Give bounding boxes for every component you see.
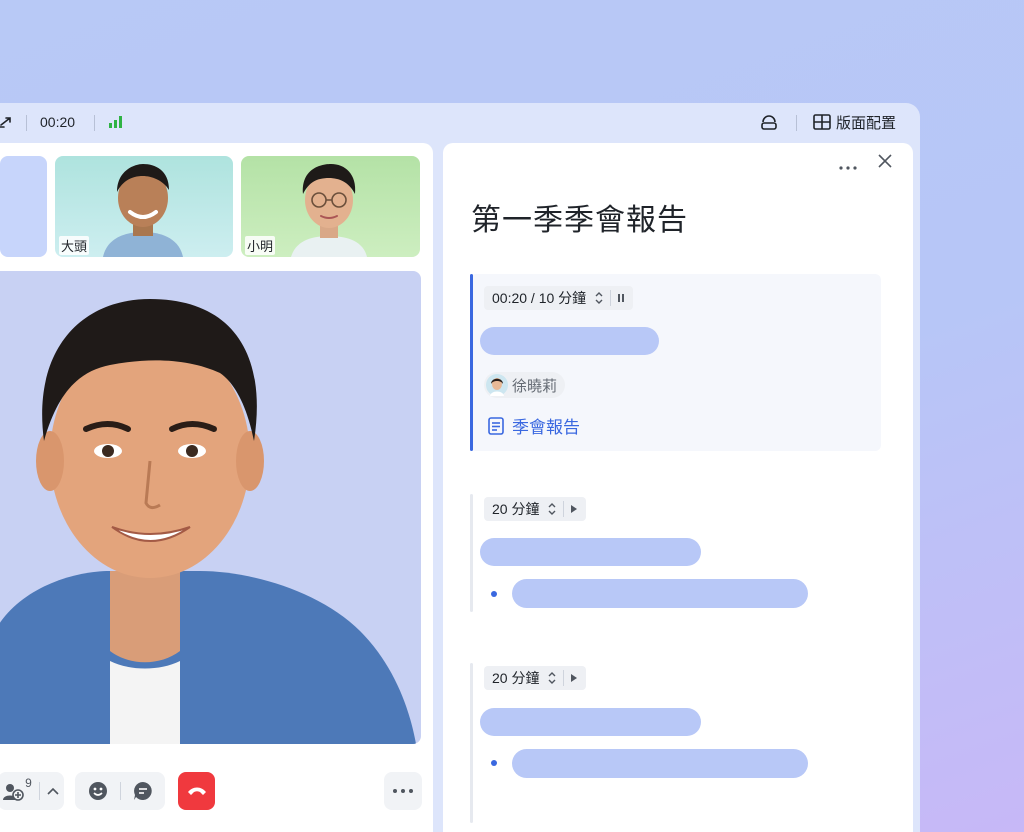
top-bar: 00:20 版面配置 (0, 103, 920, 141)
divider (119, 782, 121, 800)
participant-name: 小明 (245, 236, 276, 255)
meeting-timer: 00:20 (40, 114, 76, 130)
agenda-timer[interactable]: 20 分鐘 (484, 666, 587, 690)
divider (563, 670, 565, 686)
share-icon[interactable] (0, 103, 12, 141)
reaction-chat-group (75, 772, 165, 810)
layout-label: 版面配置 (836, 114, 897, 132)
more-options-button[interactable] (384, 772, 422, 810)
chat-icon[interactable] (133, 781, 153, 801)
agenda-note-placeholder (512, 579, 808, 608)
add-participant-icon (3, 780, 25, 802)
agenda-item[interactable]: 20 分鐘 (470, 494, 881, 612)
agenda-time-label: 20 分鐘 (492, 670, 540, 686)
meeting-window: 00:20 版面配置 大頭 小明 9 第一季季會報告 00:20 / 10 分鐘… (0, 103, 920, 832)
agenda-title-placeholder (480, 327, 659, 355)
document-link-label: 季會報告 (512, 418, 580, 437)
emoji-icon[interactable] (88, 781, 108, 801)
divider (796, 115, 797, 131)
agenda-item[interactable]: 00:20 / 10 分鐘 徐曉莉 季會報告 (470, 274, 881, 451)
agenda-note-placeholder (512, 749, 808, 778)
participant-count: 9 (25, 776, 32, 790)
agenda-title-placeholder (480, 708, 701, 736)
document-icon (488, 416, 504, 435)
speaker-portrait (0, 299, 416, 744)
document-link[interactable]: 季會報告 (488, 413, 580, 438)
play-icon[interactable] (570, 673, 578, 683)
play-icon[interactable] (570, 504, 578, 514)
stepper-icon[interactable] (594, 291, 604, 305)
panel-title: 第一季季會報告 (471, 204, 688, 237)
main-speaker-video[interactable] (0, 271, 421, 744)
agenda-panel: 第一季季會報告 00:20 / 10 分鐘 徐曉莉 季會報告 20 分鐘 20 … (443, 143, 913, 832)
stepper-icon[interactable] (547, 671, 557, 685)
pause-icon[interactable] (617, 293, 625, 303)
owner-name: 徐曉莉 (512, 377, 558, 395)
agenda-timer[interactable]: 00:20 / 10 分鐘 (484, 286, 634, 310)
agenda-timer[interactable]: 20 分鐘 (484, 497, 587, 521)
participants-button[interactable]: 9 (0, 772, 64, 810)
agenda-indicator (470, 663, 473, 823)
divider (563, 501, 565, 517)
avatar (486, 374, 508, 396)
divider (38, 782, 40, 800)
divider (94, 115, 95, 131)
divider (610, 290, 612, 306)
chevron-up-icon[interactable] (47, 787, 59, 795)
owner-tag[interactable]: 徐曉莉 (484, 372, 566, 398)
agenda-title-placeholder (480, 538, 701, 566)
panel-more-icon[interactable] (839, 157, 857, 175)
close-icon[interactable] (878, 154, 892, 173)
hang-up-icon (187, 786, 207, 796)
agenda-item[interactable]: 20 分鐘 (470, 663, 881, 823)
headset-icon[interactable] (760, 103, 778, 141)
video-area: 大頭 小明 9 (0, 143, 433, 832)
bullet (491, 591, 497, 597)
agenda-time-label: 20 分鐘 (492, 501, 540, 517)
end-call-button[interactable] (178, 772, 215, 810)
active-indicator (470, 274, 473, 451)
agenda-indicator (470, 494, 473, 612)
participant-tile[interactable]: 小明 (241, 156, 420, 257)
participant-name: 大頭 (59, 236, 90, 255)
stepper-icon[interactable] (547, 502, 557, 516)
participant-tile[interactable] (0, 156, 47, 257)
agenda-time-label: 00:20 / 10 分鐘 (492, 290, 587, 306)
participant-tile[interactable]: 大頭 (55, 156, 233, 257)
signal-strength-icon[interactable] (108, 103, 124, 141)
layout-button[interactable]: 版面配置 (813, 103, 896, 141)
divider (26, 115, 27, 131)
bullet (491, 760, 497, 766)
more-horizontal-icon (393, 789, 413, 793)
grid-layout-icon (813, 114, 831, 130)
